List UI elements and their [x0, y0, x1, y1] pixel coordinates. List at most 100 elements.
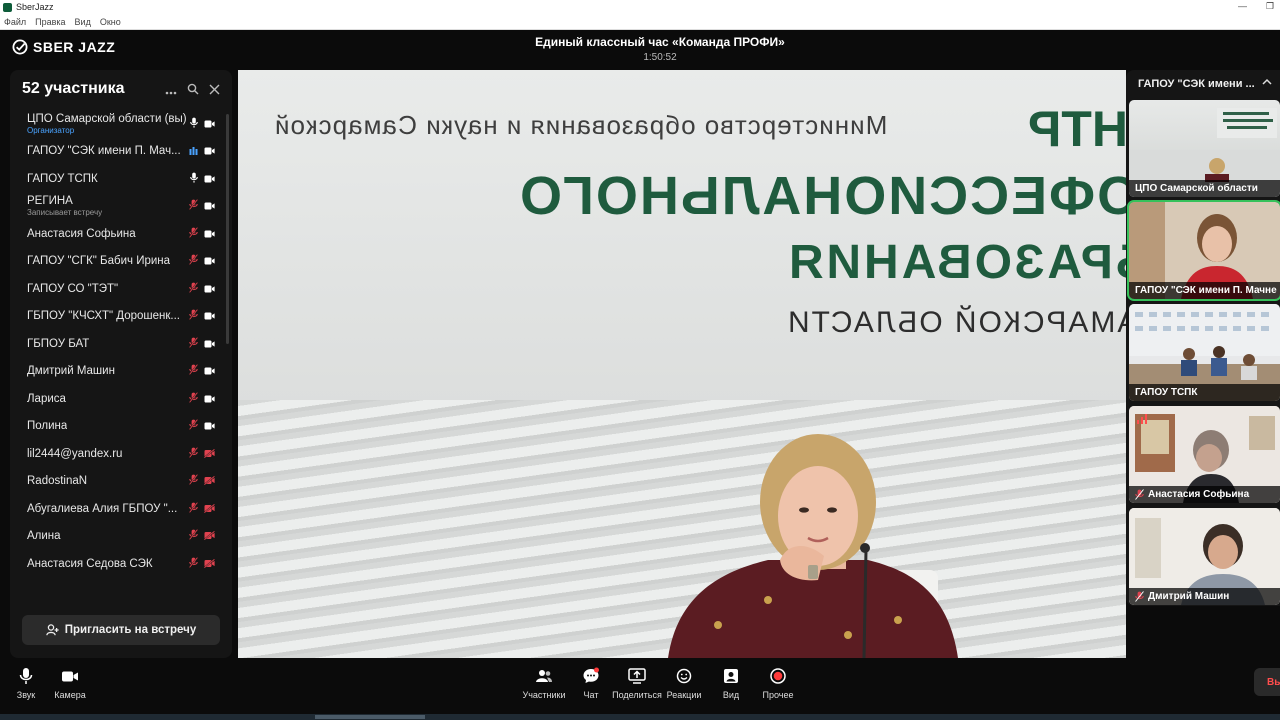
camera-button[interactable]: Камера: [45, 665, 95, 700]
participant-row[interactable]: Абугалиева Алия ГБПОУ "...: [10, 495, 232, 523]
participant-name-box: ГАПОУ СО "ТЭТ": [27, 283, 118, 295]
camera-on-icon: [204, 225, 215, 243]
view-button[interactable]: Вид: [706, 665, 756, 700]
participant-name: ГБПОУ БАТ: [27, 337, 90, 350]
participant-status: [188, 330, 215, 358]
reactions-button[interactable]: Реакции: [659, 665, 709, 700]
share-screen-icon: [626, 665, 648, 687]
participant-row[interactable]: ГАПОУ ТСПК: [10, 165, 232, 193]
more-button[interactable]: Прочее: [753, 665, 803, 700]
mic-off-icon: [188, 335, 199, 353]
organizer-badge: Организатор: [27, 125, 75, 135]
participant-row[interactable]: Лариса: [10, 385, 232, 413]
video-thumbnail-active[interactable]: ГАПОУ "СЭК имени П. Мачне: [1127, 200, 1280, 301]
chat-button[interactable]: Чат: [566, 665, 616, 700]
main-video-stream[interactable]: Министерство образования и науки Самарск…: [238, 70, 1126, 658]
participant-row[interactable]: ГБПОУ БАТ: [10, 330, 232, 358]
app-icon: [3, 2, 12, 12]
speaker-person: [668, 434, 958, 658]
mic-off-icon: [188, 445, 199, 463]
participant-name-box: ГБПОУ БАТ: [27, 338, 89, 350]
participant-name: ЦПО Самарской области (вы): [27, 112, 187, 125]
taskbar-active-app[interactable]: [315, 715, 425, 719]
participants-panel-actions: [165, 83, 220, 98]
mic-off-icon: [188, 225, 199, 243]
mic-off-icon: [188, 307, 199, 325]
participant-name: Алина: [27, 530, 61, 543]
view-layout-icon: [720, 665, 742, 687]
participant-name-box: Абугалиева Алия ГБПОУ "...: [27, 503, 177, 515]
participants-count-title: 52 участника: [22, 80, 125, 97]
video-thumbnail[interactable]: ГАПОУ ТСПК: [1129, 304, 1280, 401]
leave-button[interactable]: Вы: [1254, 668, 1280, 696]
thumbnails-header: ГАПОУ "СЭК имени ...: [1138, 78, 1255, 90]
participant-row[interactable]: ГАПОУ "СЭК имени П. Мач...: [10, 138, 232, 166]
participant-name: lil2444@yandex.ru: [27, 447, 123, 460]
camera-on-icon: [204, 142, 215, 160]
participant-row[interactable]: RadostinaN: [10, 468, 232, 496]
meeting-timer: 1:50:52: [643, 52, 677, 63]
close-icon[interactable]: [209, 83, 220, 98]
menu-view[interactable]: Вид: [75, 17, 91, 27]
video-thumbnail[interactable]: Дмитрий Машин: [1129, 508, 1280, 605]
menu-edit[interactable]: Правка: [35, 17, 65, 27]
more-options-icon[interactable]: [165, 83, 177, 98]
smile-icon: [673, 665, 695, 687]
invite-button[interactable]: Пригласить на встречу: [22, 615, 220, 645]
app-name: SberJazz: [16, 2, 54, 12]
camera-on-icon: [204, 417, 215, 435]
menu-file[interactable]: Файл: [4, 17, 26, 27]
camera-on-icon: [204, 362, 215, 380]
camera-off-icon: [203, 555, 215, 573]
video-thumbnail[interactable]: ЦПО Самарской области: [1129, 100, 1280, 197]
participant-row[interactable]: Дмитрий Машин: [10, 358, 232, 386]
mic-on-icon: [190, 115, 198, 133]
participants-button[interactable]: Участники: [519, 665, 569, 700]
participant-row[interactable]: ГАПОУ СО "ТЭТ": [10, 275, 232, 303]
participant-row[interactable]: Анастасия Седова СЭК: [10, 550, 232, 578]
video-thumbnail[interactable]: Анастасия Софьина: [1129, 406, 1280, 503]
participant-status: [188, 193, 215, 221]
participant-name-box: ЦПО Самарской области (вы) Организатор: [27, 113, 187, 135]
sign-center-text: ЦЕНТР: [1028, 101, 1126, 157]
sound-button[interactable]: Звук: [1, 665, 51, 700]
sign-professional-text: ПРОФЕССИОНАЛЬНОГО: [518, 166, 1126, 226]
audio-level-icon: [1136, 411, 1148, 429]
mic-off-icon: [188, 197, 199, 215]
thumbnail-label: ЦПО Самарской области: [1129, 180, 1280, 197]
invite-button-label: Пригласить на встречу: [64, 624, 197, 636]
minimize-button[interactable]: —: [1238, 1, 1247, 11]
participant-name: Анастасия Седова СЭК: [27, 557, 153, 570]
participant-name: ГБПОУ "КЧСХТ" Дорошенк...: [27, 310, 181, 323]
share-button[interactable]: Поделиться: [612, 665, 662, 700]
participants-scrollbar[interactable]: [226, 114, 229, 344]
participant-row[interactable]: lil2444@yandex.ru: [10, 440, 232, 468]
participant-name: Полина: [27, 420, 68, 433]
participant-row[interactable]: Алина: [10, 523, 232, 551]
search-icon[interactable]: [187, 83, 199, 98]
participant-name: Лариса: [27, 392, 66, 405]
participant-row[interactable]: Анастасия Софьина: [10, 220, 232, 248]
restore-button[interactable]: ❐: [1266, 1, 1274, 12]
record-icon: [767, 665, 789, 687]
participant-row[interactable]: ГБПОУ "КЧСХТ" Дорошенк...: [10, 303, 232, 331]
logo-text: SBER JAZZ: [33, 39, 116, 55]
participant-row[interactable]: РЕГИНА Записывает встречу: [10, 193, 232, 221]
participant-status: [188, 385, 215, 413]
participant-name: ГАПОУ "СГК" Бабич Ирина: [27, 255, 171, 268]
thumbnail-label: Анастасия Софьина: [1129, 486, 1280, 503]
participant-row[interactable]: ЦПО Самарской области (вы) Организатор: [10, 110, 232, 138]
recording-status: Записывает встречу: [27, 208, 103, 218]
sber-logo-icon: [12, 39, 28, 55]
microphone-icon: [15, 665, 37, 687]
participant-row[interactable]: ГАПОУ "СГК" Бабич Ирина: [10, 248, 232, 276]
camera-on-icon: [204, 170, 215, 188]
participant-name: Дмитрий Машин: [27, 365, 115, 378]
participant-status: [190, 110, 215, 138]
chat-label: Чат: [583, 690, 599, 700]
participant-status: [189, 138, 215, 166]
menu-window[interactable]: Окно: [100, 17, 121, 27]
chevron-up-icon[interactable]: [1262, 76, 1272, 88]
participant-row[interactable]: Полина: [10, 413, 232, 441]
share-label: Поделиться: [612, 690, 662, 700]
